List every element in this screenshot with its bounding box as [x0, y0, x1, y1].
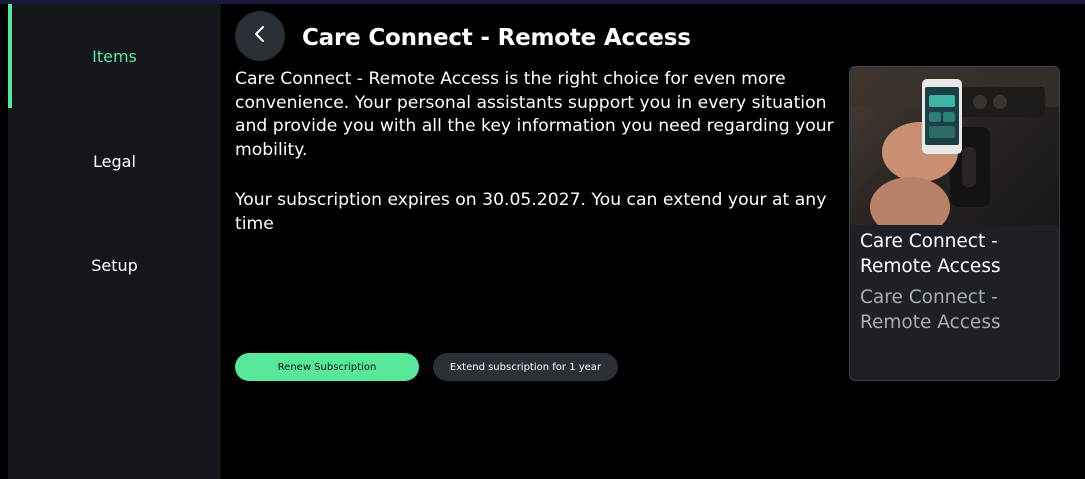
- sidebar-item-label: Items: [92, 46, 137, 66]
- left-edge: [0, 4, 8, 479]
- card-subtitle: Care Connect - Remote Access: [860, 287, 1001, 333]
- renew-subscription-button[interactable]: Renew Subscription: [235, 353, 419, 381]
- sidebar-item-label: Legal: [93, 151, 136, 171]
- sidebar: Items Legal Setup: [8, 4, 221, 479]
- sidebar-item-legal[interactable]: Legal: [8, 109, 221, 213]
- chevron-left-icon: [253, 24, 267, 48]
- back-button[interactable]: [235, 11, 285, 61]
- sidebar-item-setup[interactable]: Setup: [8, 213, 221, 317]
- sidebar-item-items[interactable]: Items: [8, 4, 221, 108]
- extend-subscription-button[interactable]: Extend subscription for 1 year: [433, 353, 618, 381]
- card-title: Care Connect - Remote Access: [860, 231, 1001, 277]
- sidebar-item-label: Setup: [91, 255, 138, 275]
- product-card[interactable]: Care Connect - Remote Access Care Connec…: [849, 66, 1060, 381]
- expiry-text: Your subscription expires on 30.05.2027.…: [235, 190, 827, 234]
- page-title: Care Connect - Remote Access: [302, 25, 691, 51]
- product-image: [850, 67, 1059, 237]
- description-text: Care Connect - Remote Access is the righ…: [235, 69, 834, 160]
- active-indicator: [8, 4, 12, 108]
